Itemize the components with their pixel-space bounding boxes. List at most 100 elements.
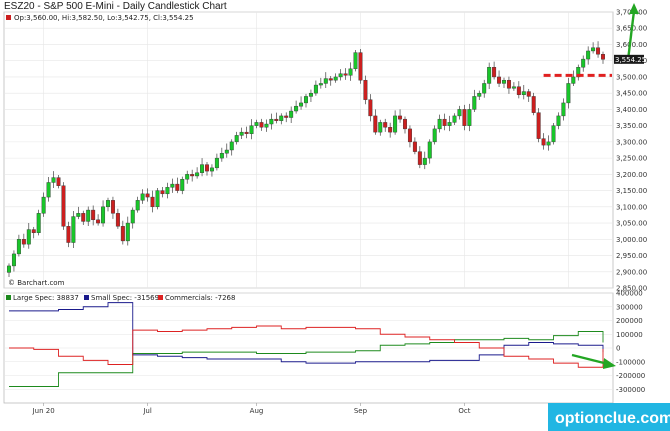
candle-body-down [531, 96, 536, 113]
candle-body-up [16, 239, 21, 255]
price-tick-label: 3,200.00 [616, 171, 647, 179]
cot-tick-label: -200000 [616, 372, 645, 380]
candle-body-up [467, 109, 472, 126]
candle-body-down [383, 122, 388, 128]
candle-body-up [353, 52, 358, 70]
candle-body-up [521, 91, 526, 95]
date-label: Aug [250, 407, 264, 415]
candle-body-up [333, 76, 338, 81]
candle-body-down [21, 239, 26, 245]
cot-tick-label: -300000 [616, 386, 645, 394]
candle-body-up [180, 179, 185, 191]
candle-body-up [432, 128, 437, 143]
candle-body-up [219, 153, 224, 159]
candle-body-up [378, 122, 383, 133]
candle-body-down [417, 151, 422, 165]
candle-body-down [497, 76, 502, 84]
candle-body-up [249, 125, 254, 134]
candle [358, 49, 363, 84]
candle-body-up [427, 141, 432, 159]
candle-body-up [556, 115, 561, 126]
candle-body-down [516, 86, 521, 95]
watermark-text: optionclue.com [555, 410, 670, 427]
price-y-axis: 2,850.002,900.002,950.003,000.003,050.00… [616, 9, 647, 293]
price-tick-label: 3,050.00 [616, 220, 647, 228]
candle-body-up [586, 50, 591, 60]
candlestick-chart: 2,850.002,900.002,950.003,000.003,050.00… [3, 3, 670, 431]
date-axis: Jun 20JulAugSepOctNov [32, 403, 575, 415]
price-tick-label: 3,600.00 [616, 41, 647, 49]
candle-body-up [234, 135, 239, 143]
date-label: Sep [354, 407, 368, 415]
candle-body-down [526, 91, 531, 97]
candle-body-up [26, 229, 31, 245]
price-panel [3, 11, 614, 289]
cot-tick-label: -100000 [616, 358, 645, 366]
candle-body-down [601, 54, 605, 60]
legend-large-spec: Large Spec: 38837 [13, 294, 79, 302]
candle-body-up [155, 190, 160, 208]
candle-body-down [442, 118, 447, 126]
price-tick-label: 3,300.00 [616, 138, 647, 146]
candle-body-up [7, 265, 11, 273]
price-tick-label: 3,450.00 [616, 90, 647, 98]
candle [155, 187, 160, 210]
candle-body-up [71, 216, 76, 243]
candle-body-up [11, 253, 16, 267]
candle-body-up [299, 102, 304, 107]
candle-body-up [254, 122, 259, 126]
candle-body-up [482, 83, 487, 94]
candle-body-up [437, 118, 442, 130]
candle-body-down [343, 73, 348, 76]
cot-tick-label: 400000 [616, 290, 643, 298]
last-price-label: 3,554.25 [615, 56, 646, 64]
candle-body-down [91, 209, 96, 221]
candle-body-down [115, 213, 120, 227]
candle-body-down [190, 174, 195, 177]
candle-body-up [551, 125, 556, 143]
price-tick-label: 3,400.00 [616, 106, 647, 114]
candle-body-down [388, 127, 393, 133]
candle-body-up [304, 96, 308, 104]
date-label: Oct [458, 407, 470, 415]
candle-body-up [487, 66, 492, 84]
legend-commercials: Commercials: -7268 [165, 294, 235, 302]
candle-body-up [452, 115, 457, 123]
candle-body-down [31, 229, 36, 234]
cot-tick-label: 0 [616, 345, 620, 353]
candle-body-up [546, 141, 551, 146]
candle-body-down [120, 226, 125, 242]
candle [551, 123, 556, 145]
candle-body-up [46, 182, 51, 198]
candle-body-up [566, 83, 571, 104]
candle-body-up [269, 118, 274, 125]
candle-body-up [264, 123, 269, 128]
candle-body-up [511, 86, 516, 89]
candle-body-up [41, 196, 46, 214]
candle-body-up [86, 209, 91, 222]
candle-body-up [279, 115, 284, 121]
date-label: Jul [142, 407, 152, 415]
candle-body-up [393, 115, 398, 133]
candle-body-up [125, 222, 130, 242]
candle-body-up [239, 131, 244, 136]
price-tick-label: 3,150.00 [616, 187, 647, 195]
candle-body-up [591, 47, 596, 52]
candle-body-up [472, 96, 477, 110]
candle-body-down [462, 109, 467, 126]
candle-body-down [328, 78, 333, 81]
optionclue-watermark: optionclue.com [548, 403, 670, 431]
candle-body-down [145, 193, 150, 198]
candle-body-down [412, 141, 417, 152]
candle-body-up [185, 174, 190, 180]
candle-body-down [536, 112, 541, 139]
candle-body-down [407, 128, 412, 143]
candle-body-up [313, 84, 318, 94]
candle-body-up [229, 141, 234, 151]
candle-body-up [224, 149, 229, 154]
last-price-tag: 3,554.25 [614, 54, 646, 64]
candle-body-up [200, 164, 205, 173]
candle-body-down [110, 200, 115, 214]
candle-body-up [338, 73, 343, 78]
candle-body-up [581, 58, 586, 68]
